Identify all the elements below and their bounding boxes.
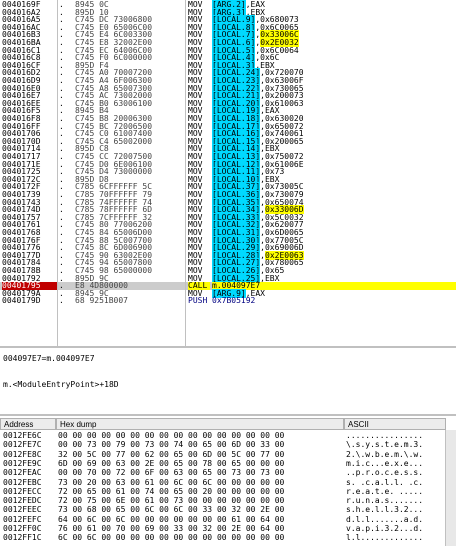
operand-part: 0x7B05192	[212, 296, 256, 306]
disassembly-pane[interactable]: 0040169F. 8945 0C MOV [ARG.2],EAX 004016A2. 8…	[0, 0, 456, 346]
dump-ascii[interactable]: r.e.a.t.e. .....	[346, 487, 423, 496]
dump-row[interactable]: 0012FEEC 73 00 68 00 65 00 6C 00 6C 00 33…	[0, 505, 456, 514]
dump-address[interactable]: 0012FE6C	[3, 431, 42, 440]
dump-ascii[interactable]: ..p.r.o.c.e.s.s.	[346, 468, 423, 477]
dump-ascii[interactable]: m.i.c...e.x.e...	[346, 459, 423, 468]
pane-splitter-bottom[interactable]	[0, 414, 456, 416]
dump-hex-bytes[interactable]: 00 00 00 00 00 00 00 00 00 00 00 00 00 0…	[58, 431, 284, 440]
dump-address[interactable]: 0012FECC	[3, 487, 42, 496]
dump-row[interactable]: 0012FE6C 00 00 00 00 00 00 00 00 00 00 00…	[0, 431, 456, 440]
dump-ascii[interactable]: v.a.p.i.3.2...d.	[346, 524, 423, 533]
dump-row[interactable]: 0012FEFC 64 00 6C 00 6C 00 00 00 00 00 00…	[0, 515, 456, 524]
dump-row[interactable]: 0012FE8C 32 00 5C 00 77 00 62 00 65 00 6D…	[0, 450, 456, 459]
dump-ascii[interactable]: \.s.y.s.t.e.m.3.	[346, 440, 423, 449]
dump-hex-bytes[interactable]: 6D 00 69 00 63 00 2E 00 65 00 78 00 65 0…	[58, 459, 284, 468]
info-module-line: m.<ModuleEntryPoint>+18D	[3, 380, 119, 389]
dump-ascii[interactable]: r.u.n.a.s.......	[346, 496, 423, 505]
instruction-bytes: 68 9251B007	[75, 296, 128, 306]
dump-row[interactable]: 0012FECC 72 00 65 00 61 00 74 00 65 00 20…	[0, 487, 456, 496]
dump-ascii[interactable]: d.l.l.......a.d.	[346, 515, 423, 524]
dump-hex-bytes[interactable]: 73 00 20 00 63 00 61 00 6C 00 6C 00 00 0…	[58, 478, 284, 487]
code-marker: .	[59, 296, 64, 306]
dump-col-address[interactable]: Address	[0, 418, 56, 430]
instruction-address[interactable]: 0040179D	[2, 297, 58, 305]
dump-ascii[interactable]: s. .c.a.l.l. .c.	[346, 478, 423, 487]
dump-row[interactable]: 0012FE9C 6D 00 69 00 63 00 2E 00 65 00 78…	[0, 459, 456, 468]
dump-address[interactable]: 0012FEDC	[3, 496, 42, 505]
dump-hex-bytes[interactable]: 73 00 68 00 65 00 6C 00 6C 00 33 00 32 0…	[58, 505, 284, 514]
dump-scrollbar[interactable]	[445, 430, 456, 546]
dump-address[interactable]: 0012FE9C	[3, 459, 42, 468]
dump-hex-bytes[interactable]: 72 00 75 00 6E 00 61 00 73 00 00 00 00 0…	[58, 496, 284, 505]
dump-ascii[interactable]: ................	[346, 431, 423, 440]
hex-dump-pane[interactable]: Address Hex dump ASCII 0012FE6C 00 00 00 …	[0, 418, 456, 546]
dump-hex-bytes[interactable]: 72 00 65 00 61 00 74 00 65 00 20 00 00 0…	[58, 487, 284, 496]
dump-address[interactable]: 0012FE7C	[3, 440, 42, 449]
dump-address[interactable]: 0012FEEC	[3, 505, 42, 514]
dump-ascii[interactable]: 2.\.w.b.e.m.\.w.	[346, 450, 423, 459]
dump-address[interactable]: 0012FE8C	[3, 450, 42, 459]
dump-row[interactable]: 0012FEBC 73 00 20 00 63 00 61 00 6C 00 6C…	[0, 478, 456, 487]
dump-row[interactable]: 0012FE7C 00 00 73 00 79 00 73 00 74 00 65…	[0, 440, 456, 449]
dump-ascii[interactable]: s.h.e.l.l.3.2...	[346, 505, 423, 514]
dump-row[interactable]: 0012FEDC 72 00 75 00 6E 00 61 00 73 00 00…	[0, 496, 456, 505]
dump-hex-bytes[interactable]: 64 00 6C 00 6C 00 00 00 00 00 00 00 61 0…	[58, 515, 284, 524]
addr-col-divider[interactable]	[57, 0, 58, 346]
instruction-mnemonic: PUSH	[188, 296, 208, 306]
dump-address[interactable]: 0012FEAC	[3, 468, 42, 477]
info-target-line: 004097E7=m.004097E7	[3, 354, 95, 363]
dump-col-hex[interactable]: Hex dump	[56, 418, 344, 430]
dump-address[interactable]: 0012FF1C	[3, 533, 42, 542]
dump-row[interactable]: 0012FF0C 76 00 61 00 70 00 69 00 33 00 32…	[0, 524, 456, 533]
dump-address[interactable]: 0012FF0C	[3, 524, 42, 533]
dump-hex-bytes[interactable]: 6C 00 6C 00 00 00 00 00 00 00 00 00 00 0…	[58, 533, 284, 542]
hex-col-divider[interactable]	[185, 0, 186, 346]
dump-hex-bytes[interactable]: 00 00 70 00 72 00 6F 00 63 00 65 00 73 0…	[58, 468, 284, 477]
dump-row[interactable]: 0012FF1C 6C 00 6C 00 00 00 00 00 00 00 00…	[0, 533, 456, 542]
dump-address[interactable]: 0012FEFC	[3, 515, 42, 524]
info-pane: 004097E7=m.004097E7 m.<ModuleEntryPoint>…	[0, 348, 456, 404]
instruction-operands: 0x7B05192	[212, 297, 456, 305]
dump-address[interactable]: 0012FEBC	[3, 478, 42, 487]
dump-hex-bytes[interactable]: 76 00 61 00 70 00 69 00 33 00 32 00 2E 0…	[58, 524, 284, 533]
dump-col-ascii[interactable]: ASCII	[344, 418, 446, 430]
disasm-row[interactable]: 0040179D. 68 9251B007 PUSH 0x7B05192	[0, 297, 456, 305]
dump-row[interactable]: 0012FEAC 00 00 70 00 72 00 6F 00 63 00 65…	[0, 468, 456, 477]
dump-hex-bytes[interactable]: 32 00 5C 00 77 00 62 00 65 00 6D 00 5C 0…	[58, 450, 284, 459]
dump-ascii[interactable]: l.l.............	[346, 533, 423, 542]
dump-hex-bytes[interactable]: 00 00 73 00 79 00 73 00 74 00 65 00 6D 0…	[58, 440, 284, 449]
